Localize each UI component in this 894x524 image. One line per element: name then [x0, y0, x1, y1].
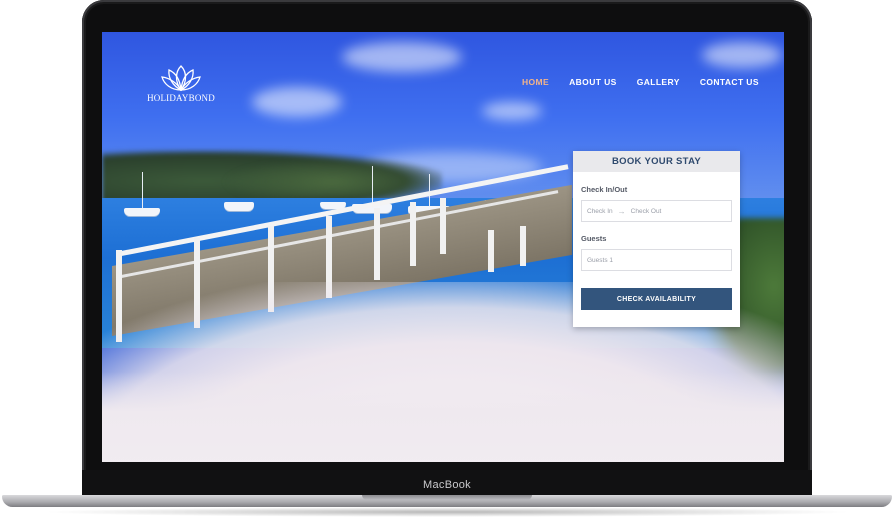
laptop-shadow: [40, 507, 854, 517]
check-availability-button[interactable]: CHECK AVAILABILITY: [581, 288, 732, 310]
device-brand-label: MacBook: [423, 479, 471, 491]
booking-title: BOOK YOUR STAY: [573, 151, 740, 172]
cloud: [342, 42, 462, 72]
checkout-placeholder: Check Out: [630, 207, 662, 215]
checkin-placeholder: Check In: [587, 207, 613, 215]
pier-post: [488, 230, 494, 272]
hero-treeline: [222, 158, 442, 198]
pier-post: [374, 208, 380, 280]
main-nav: HOME ABOUT US GALLERY CONTACT US: [522, 77, 759, 87]
guests-value: Guests 1: [587, 256, 614, 264]
nav-about-us[interactable]: ABOUT US: [569, 77, 617, 87]
pier-post: [520, 226, 526, 266]
guests-input[interactable]: Guests 1: [581, 249, 732, 271]
logo-wordmark: HOLIDAYBOND: [147, 93, 215, 103]
booking-widget: BOOK YOUR STAY Check In/Out Check In → C…: [573, 151, 740, 327]
guests-label: Guests: [581, 234, 607, 243]
site-logo[interactable]: HOLIDAYBOND: [146, 64, 216, 108]
website-screen: HOLIDAYBOND HOME ABOUT US GALLERY CONTAC…: [102, 32, 784, 462]
boat-mast: [142, 172, 143, 208]
pier-post: [440, 198, 446, 254]
boat: [224, 202, 254, 211]
nav-gallery[interactable]: GALLERY: [637, 77, 680, 87]
arrow-right-icon: →: [617, 206, 626, 216]
cloud: [252, 87, 342, 117]
laptop-notch: [362, 495, 532, 500]
checkin-label: Check In/Out: [581, 185, 628, 194]
cloud: [482, 102, 542, 120]
cloud: [702, 42, 782, 68]
hero-mist: [102, 372, 784, 462]
nav-home[interactable]: HOME: [522, 77, 549, 87]
pier-post: [410, 202, 416, 266]
boat: [124, 208, 160, 216]
date-range-input[interactable]: Check In → Check Out: [581, 200, 732, 222]
nav-contact-us[interactable]: CONTACT US: [700, 77, 759, 87]
lotus-logo-icon: [161, 65, 201, 92]
boat-mast: [372, 166, 373, 204]
